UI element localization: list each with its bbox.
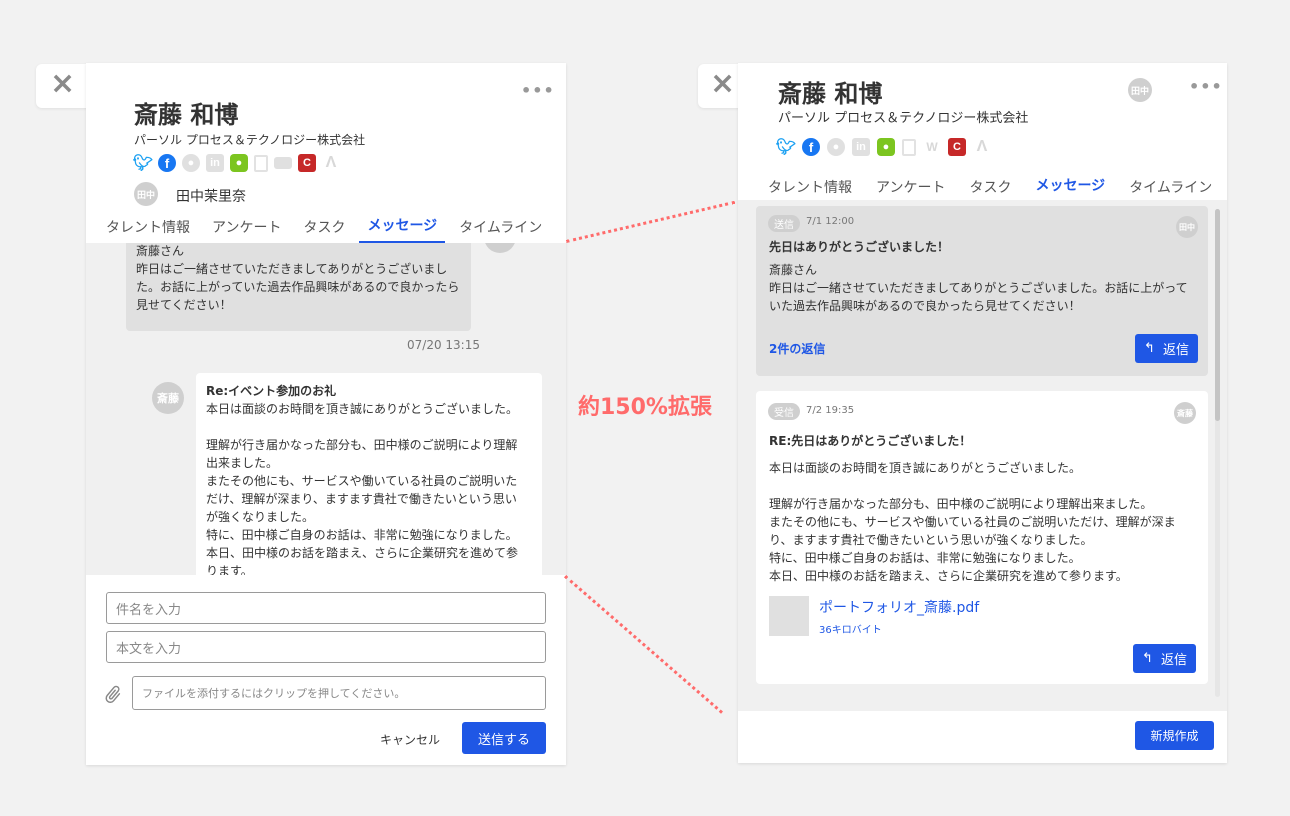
message-text: 本日は面談のお時間を頂き誠にありがとうございました。 理解が行き届かなった部分も… [206, 402, 519, 575]
company-name: パーソル プロセス＆テクノロジー株式会社 [778, 111, 1029, 126]
document-icon[interactable] [254, 154, 268, 172]
message-thread[interactable]: 送信 7/1 12:00 田中 先日はありがとうございました！ 斎藤さん 昨日は… [738, 200, 1227, 711]
facebook-icon[interactable]: f [158, 154, 176, 172]
reply-icon: ↰ [1144, 341, 1155, 356]
reply-label: 返信 [1160, 653, 1187, 668]
tab-task[interactable]: タスク [303, 217, 345, 243]
message-date: 7/1 12:00 [806, 216, 855, 227]
paperclip-icon[interactable] [102, 684, 124, 706]
zoom-guide-line-bottom [564, 575, 723, 714]
twitter-icon[interactable]: 🐦︎ [776, 138, 796, 156]
message-timestamp: 07/20 13:15 [407, 338, 480, 352]
message-card-received: 受信 7/2 19:35 斎藤 RE:先日はありがとうございました！ 本日は面談… [756, 391, 1208, 684]
social-links: 🐦︎ f ● in ● C Λ [133, 154, 340, 172]
linkedin-icon[interactable]: in [206, 154, 224, 172]
github-icon[interactable]: ● [827, 138, 845, 156]
github-icon[interactable]: ● [182, 154, 200, 172]
reply-button[interactable]: ↰ 返信 [1133, 644, 1196, 673]
message-subject: RE:先日はありがとうございました！ [769, 434, 972, 448]
message-bubble-sent: 斎藤さん 昨日はご一緒させていただきましてありがとうございまし た。お話に上がっ… [126, 243, 471, 331]
message-thread[interactable]: 斎藤さん 昨日はご一緒させていただきましてありがとうございまし た。お話に上がっ… [86, 243, 566, 575]
attachment-size: 36キロバイト [819, 625, 882, 636]
atcoder-icon[interactable]: Λ [322, 154, 340, 172]
document-icon[interactable] [902, 138, 916, 156]
message-card-sent: 送信 7/1 12:00 田中 先日はありがとうございました！ 斎藤さん 昨日は… [756, 206, 1208, 376]
message-text: 斎藤さん 昨日はご一緒させていただきましてありがとうございまし た。お話に上がっ… [136, 244, 460, 312]
reply-button[interactable]: ↰ 返信 [1135, 334, 1198, 363]
close-icon[interactable]: × [710, 69, 735, 99]
profile-name: 斎藤 和博 [134, 101, 239, 129]
sender-avatar: 斎藤 [152, 382, 184, 414]
twitter-icon[interactable]: 🐦︎ [133, 154, 153, 172]
zoom-annotation: 約150%拡張 [578, 395, 712, 420]
green-service-icon[interactable]: ● [230, 154, 248, 172]
wantedly-icon[interactable]: W [923, 138, 941, 156]
reply-icon: ↰ [1142, 651, 1153, 666]
atcoder-icon[interactable]: Λ [973, 138, 991, 156]
owner-avatar: 田中 [134, 182, 158, 206]
social-links: 🐦︎ f ● in ● W C Λ [776, 138, 991, 156]
cancel-button[interactable]: キャンセル [380, 731, 440, 748]
message-avatar: 田中 [1176, 216, 1198, 238]
received-badge: 受信 [768, 403, 800, 420]
message-bubble-received: Re:イベント参加のお礼 本日は面談のお時間を頂き誠にありがとうございました。 … [196, 373, 542, 575]
owner-name: 田中茉里奈 [176, 189, 246, 205]
reply-label: 返信 [1162, 343, 1189, 358]
red-service-icon[interactable]: C [298, 154, 316, 172]
file-attach-input[interactable]: ファイルを添付するにはクリップを押してください。 [132, 676, 546, 710]
message-subject: 先日はありがとうございました！ [769, 240, 950, 254]
message-text: 本日は面談のお時間を頂き誠にありがとうございました。 理解が行き届かなった部分も… [769, 461, 1176, 583]
facebook-icon[interactable]: f [802, 138, 820, 156]
left-panel: ••• 斎藤 和博 パーソル プロセス＆テクノロジー株式会社 🐦︎ f ● in… [86, 63, 566, 765]
zoom-guide-line-top [566, 200, 736, 243]
message-avatar [484, 243, 516, 253]
company-name: パーソル プロセス＆テクノロジー株式会社 [134, 133, 366, 147]
message-text: 斎藤さん 昨日はご一緒させていただきましてありがとうございました。お話に上がって… [769, 263, 1188, 313]
wantedly-icon[interactable] [274, 157, 292, 169]
tab-survey[interactable]: アンケート [212, 217, 281, 243]
more-menu-icon[interactable]: ••• [1189, 77, 1223, 96]
message-date: 7/2 19:35 [806, 405, 855, 416]
close-icon[interactable]: × [50, 69, 75, 99]
tab-timeline[interactable]: タイムライン [459, 217, 542, 243]
sent-badge: 送信 [768, 215, 800, 232]
replies-link[interactable]: 2件の返信 [769, 340, 825, 357]
tab-message[interactable]: メッセージ [359, 215, 446, 243]
attachment-link[interactable]: ポートフォリオ_斎藤.pdf [819, 597, 979, 617]
green-service-icon[interactable]: ● [877, 138, 895, 156]
more-menu-icon[interactable]: ••• [521, 81, 555, 100]
message-subject: Re:イベント参加のお礼 [206, 384, 337, 398]
message-avatar: 斎藤 [1174, 402, 1196, 424]
tab-bar: タレント情報 アンケート タスク メッセージ タイムライン [768, 175, 1212, 203]
tab-message[interactable]: メッセージ [1027, 175, 1114, 203]
body-input[interactable]: 本文を入力 [106, 631, 546, 663]
red-service-icon[interactable]: C [948, 138, 966, 156]
profile-name: 斎藤 和博 [778, 80, 883, 108]
owner-avatar: 田中 [1128, 78, 1152, 102]
scrollbar-track[interactable] [1215, 209, 1220, 697]
send-button[interactable]: 送信する [462, 722, 546, 754]
new-message-button[interactable]: 新規作成 [1135, 721, 1214, 750]
linkedin-icon[interactable]: in [852, 138, 870, 156]
file-thumbnail[interactable] [769, 596, 809, 636]
right-panel: ••• 田中 斎藤 和博 パーソル プロセス＆テクノロジー株式会社 🐦︎ f ●… [738, 63, 1227, 763]
subject-input[interactable]: 件名を入力 [106, 592, 546, 624]
scrollbar-thumb[interactable] [1215, 209, 1220, 421]
tab-bar: タレント情報 アンケート タスク メッセージ タイムライン [106, 215, 542, 243]
tab-talent-info[interactable]: タレント情報 [106, 217, 190, 243]
